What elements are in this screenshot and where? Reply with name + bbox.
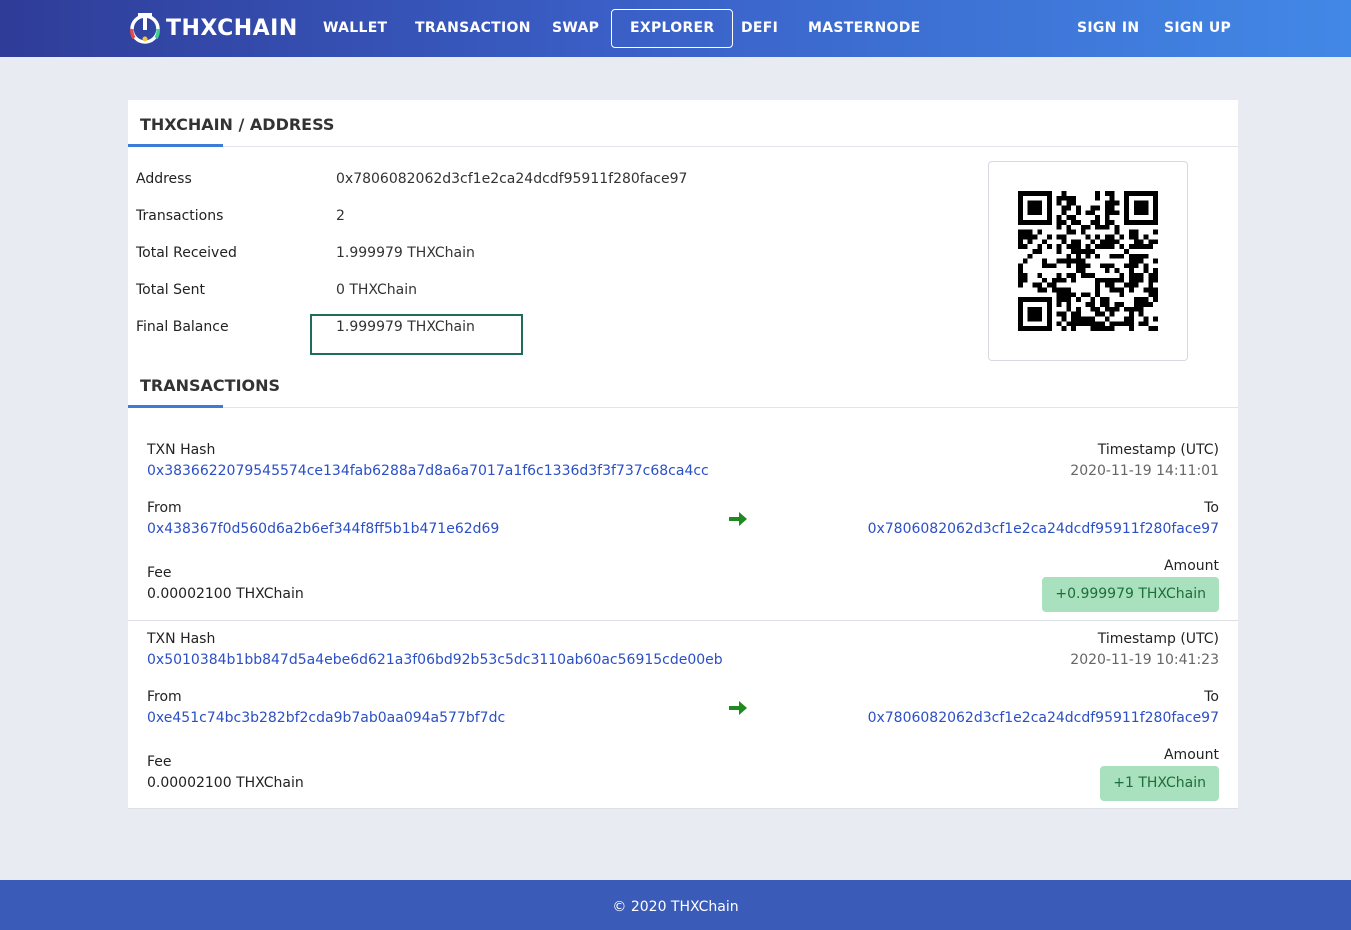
nav-defi[interactable]: DEFI: [741, 20, 778, 36]
to-label: To: [1204, 689, 1219, 705]
qr-code-icon: [1018, 191, 1158, 331]
footer: © 2020 THXChain: [0, 880, 1351, 930]
final-balance-value: 1.999979 THXChain: [336, 319, 475, 335]
from-label: From: [147, 500, 182, 516]
sign-up-link[interactable]: SIGN UP: [1164, 20, 1231, 36]
to-label: To: [1204, 500, 1219, 516]
address-section-title: THXCHAIN / ADDRESS: [140, 115, 335, 134]
amount-label: Amount: [1163, 747, 1219, 763]
sign-in-link[interactable]: SIGN IN: [1077, 20, 1139, 36]
address-value: 0x7806082062d3cf1e2ca24dcdf95911f280face…: [336, 171, 688, 187]
qr-code: [988, 161, 1188, 361]
transaction-divider: [128, 808, 1238, 809]
top-navbar: THXCHAIN WALLET TRANSACTION SWAP EXPLORE…: [0, 0, 1351, 57]
logo[interactable]: THXCHAIN: [128, 12, 298, 44]
txn-hash-label: TXN Hash: [147, 631, 216, 647]
amount-label: Amount: [1163, 558, 1219, 574]
copyright-text: © 2020 THXChain: [612, 899, 739, 915]
amount-badge: +0.999979 THXChain: [1042, 577, 1219, 612]
transactions-count-label: Transactions: [136, 208, 224, 224]
address-card: THXCHAIN / ADDRESS Address 0x7806082062d…: [128, 100, 1238, 809]
total-received-value: 1.999979 THXChain: [336, 245, 475, 261]
arrow-right-icon: [729, 512, 747, 526]
total-sent-label: Total Sent: [136, 282, 206, 298]
from-address-link[interactable]: 0x438367f0d560d6a2b6ef344f8ff5b1b471e62d…: [147, 521, 499, 537]
fee-label: Fee: [147, 565, 172, 581]
section-underline: [128, 144, 223, 147]
fee-label: Fee: [147, 754, 172, 770]
nav-transaction[interactable]: TRANSACTION: [415, 20, 531, 36]
final-balance-label: Final Balance: [136, 319, 229, 335]
from-label: From: [147, 689, 182, 705]
timestamp-label: Timestamp (UTC): [1097, 442, 1219, 458]
nav-explorer[interactable]: EXPLORER: [611, 9, 734, 48]
txn-hash-link[interactable]: 0x3836622079545574ce134fab6288a7d8a6a701…: [147, 463, 709, 479]
fee-value: 0.00002100 THXChain: [147, 775, 304, 791]
section-divider: [128, 407, 1238, 408]
arrow-right-icon: [729, 701, 747, 715]
timestamp-value: 2020-11-19 10:41:23: [1070, 652, 1219, 668]
section-underline: [128, 405, 223, 408]
address-label: Address: [136, 171, 192, 187]
transactions-count-value: 2: [336, 208, 345, 224]
transactions-section-title: TRANSACTIONS: [140, 376, 281, 395]
timestamp-value: 2020-11-19 14:11:01: [1070, 463, 1219, 479]
logo-icon: [130, 13, 160, 44]
total-sent-value: 0 THXChain: [336, 282, 417, 298]
transaction-item: TXN Hash 0x3836622079545574ce134fab6288a…: [128, 431, 1238, 620]
amount-badge: +1 THXChain: [1100, 766, 1219, 801]
nav-swap[interactable]: SWAP: [552, 20, 599, 36]
txn-hash-label: TXN Hash: [147, 442, 216, 458]
transaction-item: TXN Hash 0x5010384b1bb847d5a4ebe6d621a3f…: [128, 620, 1238, 809]
section-divider: [128, 146, 1238, 147]
txn-hash-link[interactable]: 0x5010384b1bb847d5a4ebe6d621a3f06bd92b53…: [147, 652, 723, 668]
total-received-label: Total Received: [136, 245, 237, 261]
nav-wallet[interactable]: WALLET: [323, 20, 387, 36]
nav-masternode[interactable]: MASTERNODE: [808, 20, 921, 36]
to-address-link[interactable]: 0x7806082062d3cf1e2ca24dcdf95911f280face…: [868, 521, 1219, 537]
to-address-link[interactable]: 0x7806082062d3cf1e2ca24dcdf95911f280face…: [868, 710, 1219, 726]
logo-text: THXCHAIN: [166, 15, 298, 41]
fee-value: 0.00002100 THXChain: [147, 586, 304, 602]
from-address-link[interactable]: 0xe451c74bc3b282bf2cda9b7ab0aa094a577bf7…: [147, 710, 505, 726]
timestamp-label: Timestamp (UTC): [1097, 631, 1219, 647]
